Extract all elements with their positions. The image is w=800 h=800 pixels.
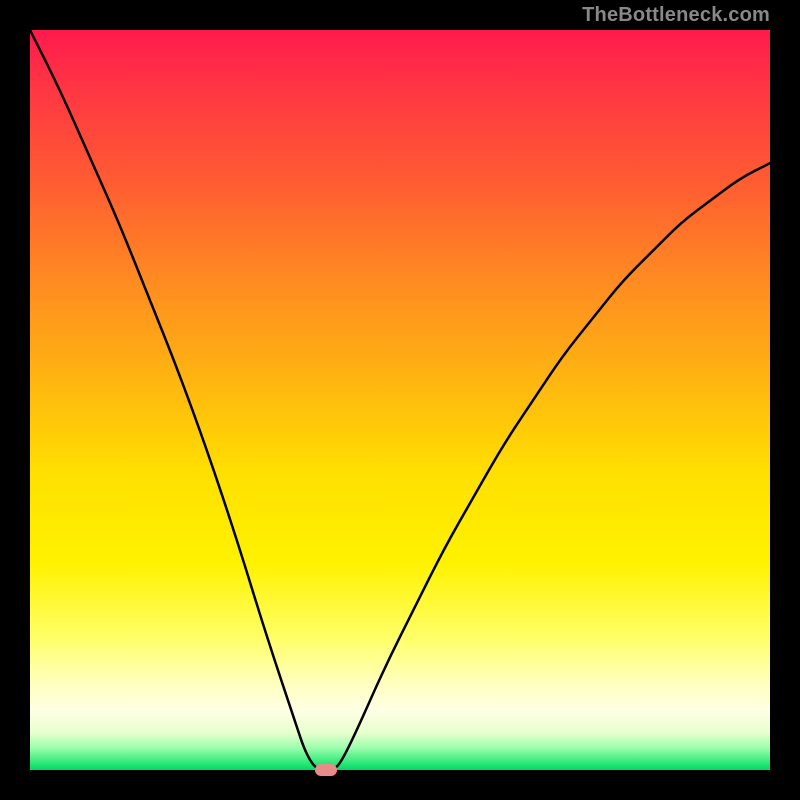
plot-area [30, 30, 770, 770]
optimum-marker [315, 764, 337, 776]
watermark-text: TheBottleneck.com [582, 4, 770, 27]
chart-frame: TheBottleneck.com [0, 0, 800, 800]
curve-svg [30, 30, 770, 770]
bottleneck-curve [30, 30, 770, 770]
